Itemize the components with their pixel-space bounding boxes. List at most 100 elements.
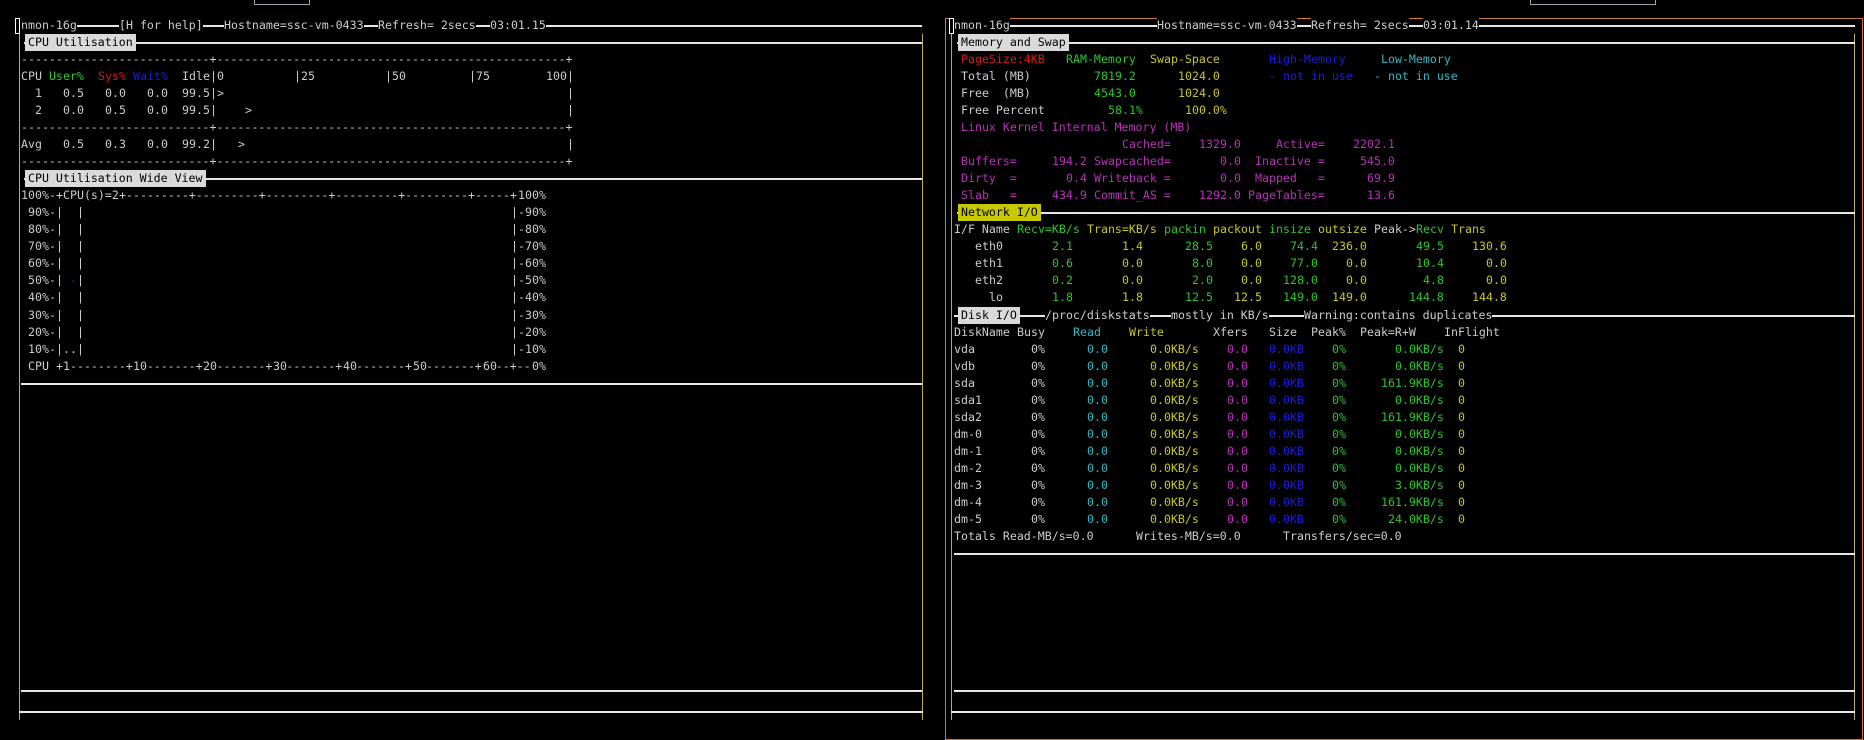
y-tick-bottom-right: 0% [532,358,546,373]
y-tick-right: 20% [525,324,546,339]
disk-read: 0.0 [1087,409,1108,424]
cpu-avg-row-id: Avg [21,136,42,151]
disk-name: dm-4 [954,495,982,510]
y-tick-left: 70% [28,239,49,254]
cpu-column-divider: | [77,324,84,339]
cpu-row-2-bar-marker: > [245,102,252,117]
kernel-value: 0.0 [1220,153,1241,168]
disk-peak: 0% [1332,512,1346,527]
disk-busy: 0% [1031,392,1045,407]
cpu-count-label: CPU(s)=2 [63,188,119,203]
x-tick: 1 [63,357,70,375]
network-header: Trans [1451,222,1486,237]
cpu-row-1-idle: 99.5 [182,85,210,100]
scale-divider: | [469,68,476,83]
disk-size: 0.0KB [1269,392,1304,407]
disk-name: dm-0 [954,426,982,441]
section-rule [21,689,922,692]
network-recv: 0.6 [1052,256,1073,271]
y-tick-left: 20% [28,324,49,339]
left-terminal-pane[interactable]: nmon-16g [H for help] Hostname=ssc-vm-0433… [0,0,940,730]
disk-write: 0.0KB/s [1150,495,1199,510]
network-peak-recv: 49.5 [1416,239,1444,254]
disk-header: Read [1073,324,1101,339]
cpu-row-1-wait: 0.0 [147,85,168,100]
terminal-cursor [15,18,20,34]
y-tick-left: 90% [28,205,49,220]
disk-xfers: 0.0 [1227,375,1248,390]
disk-peak-rw: 0.0KB/s [1395,358,1444,373]
right-border [922,34,923,720]
disk-inflight: 0 [1458,341,1465,356]
right-border [1854,34,1855,720]
disk-peak: 0% [1332,461,1346,476]
dash-rule: - [49,188,56,203]
scale-divider: | [210,68,217,83]
kernel-value: 434.9 [1052,188,1087,203]
disk-inflight: 0 [1458,426,1465,441]
disk-size: 0.0KB [1269,512,1304,527]
disk-size: 0.0KB [1269,341,1304,356]
bar-divider: | [210,102,217,117]
section-rule [954,689,1855,692]
x-tick: 40 [343,357,357,375]
disk-write: 0.0KB/s [1150,444,1199,458]
network-peak-trans: 130.6 [1472,239,1507,254]
section-label-cpu-utilisation: CPU Utilisation [25,33,136,51]
disk-peak: 0% [1332,409,1346,424]
y-tick-left: 30% [28,307,49,322]
disk-xfers: 0.0 [1227,461,1248,476]
section-label-network: Network I/O [958,204,1041,222]
network-header: Recv [1416,222,1444,237]
cpu-column-divider: | [77,222,84,237]
network-packout: 0.0 [1241,273,1262,288]
network-packout: 0.0 [1241,256,1262,271]
kernel-label: Active= [1276,136,1325,151]
cpu-row-2-id: 2 [35,102,42,117]
disk-header: Peak% [1311,324,1346,339]
disk-peak-rw: 0.0KB/s [1395,392,1444,407]
network-trans: 1.8 [1122,290,1143,305]
header-swap: Swap-Space [1150,51,1220,66]
disk-size: 0.0KB [1269,478,1304,493]
axis-left: -| [49,205,63,220]
cpu2-usage-mark: . [70,341,77,356]
disk-inflight: 0 [1458,358,1465,373]
disk-write: 0.0KB/s [1150,461,1199,476]
header-pagesize: PageSize:4KB [961,51,1045,66]
memory-swap-value: 1024.0 [1178,68,1220,83]
network-outsize: 149.0 [1332,290,1367,305]
memory-row-label: Free Percent [961,102,1045,117]
interface-name: eth2 [975,273,1003,288]
scale-tick: 0 [217,68,224,83]
disk-xfers: 0.0 [1227,495,1248,510]
cpu-row-1-bar-marker: > [217,85,224,100]
disk-read: 0.0 [1087,461,1108,476]
dash-rule: ---------------------------+------------… [21,119,573,134]
disk-header: Size [1269,324,1297,339]
network-outsize: 0.0 [1346,256,1367,271]
disk-size: 0.0KB [1269,426,1304,441]
disk-header: DiskName [954,324,1010,339]
network-recv: 0.2 [1052,273,1073,288]
disk-size: 0.0KB [1269,461,1304,476]
kernel-label: Mapped = [1255,171,1325,186]
axis-left: -| [49,290,63,305]
cpu-row-1-user: 0.5 [63,85,84,100]
axis-left: -| [49,273,63,288]
disk-peak-rw: 3.0KB/s [1395,478,1444,493]
network-header: Recv=KB/s [1017,222,1080,237]
section-rule [21,382,922,385]
disk-busy: 0% [1031,409,1045,424]
kernel-label: Inactive = [1255,153,1325,168]
right-terminal-pane[interactable]: nmon-16g Hostname=ssc-vm-0433 Refresh= 2se… [940,0,1864,730]
kernel-memory-title: Linux Kernel Internal Memory (MB) [961,119,1192,134]
scale-divider: | [294,68,301,83]
header-sys: Sys% [98,68,126,83]
y-tick-left: 40% [28,290,49,305]
dash-rule: ---------------------------+------------… [21,153,573,168]
section-label-memory: Memory and Swap [958,33,1069,51]
disk-read: 0.0 [1087,478,1108,493]
disk-peak-rw: 0.0KB/s [1395,426,1444,441]
disk-peak: 0% [1332,495,1346,510]
